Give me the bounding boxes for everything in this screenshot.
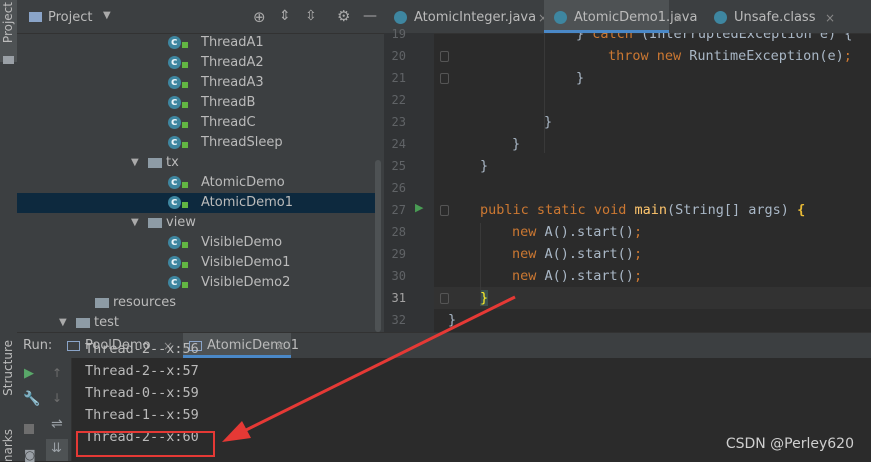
annotation-arrow [222,295,516,442]
arrow-head [222,421,251,442]
arrow-shaft [237,295,516,436]
